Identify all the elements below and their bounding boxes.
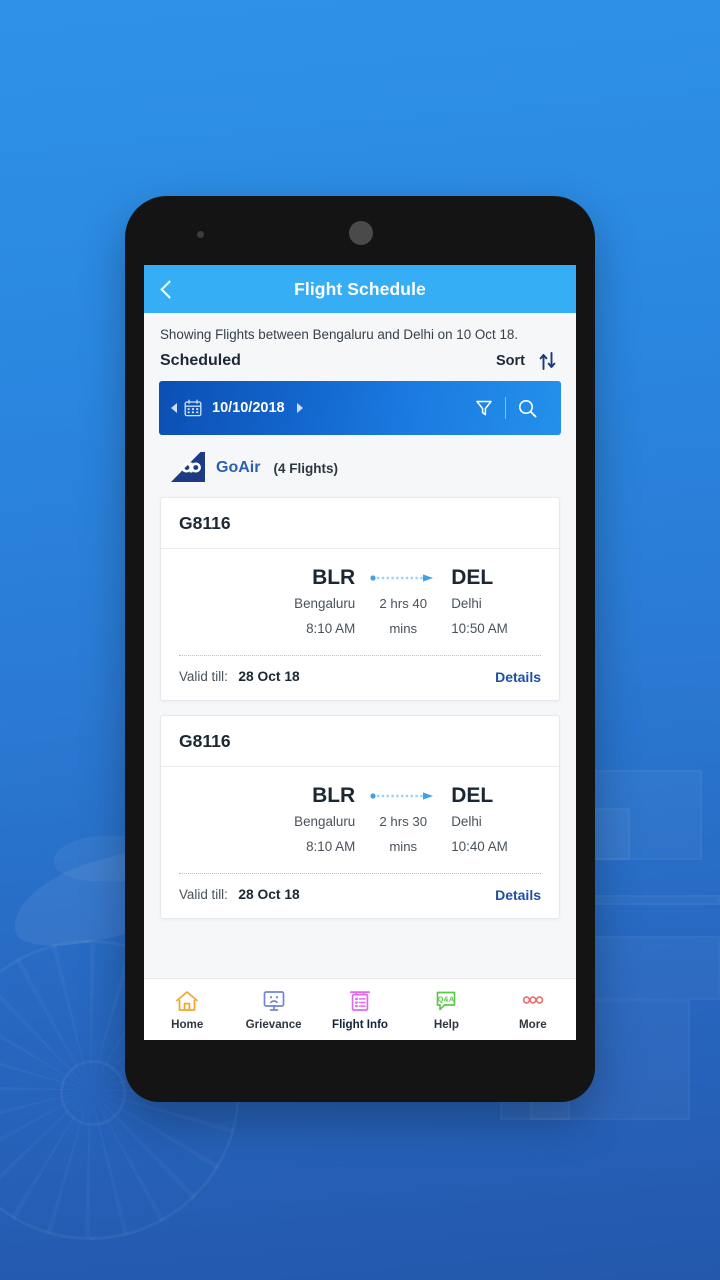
flight-route-body: BLR Bengaluru 8:10 AM [161, 549, 559, 645]
bottom-navigation-bar: Home Grievance Flight Info Q&A Help More [144, 978, 576, 1040]
prev-arrow-icon[interactable] [171, 403, 177, 413]
scheduled-sort-row: Scheduled Sort [144, 346, 576, 378]
front-camera-icon [349, 221, 373, 245]
departure-time: 8:10 AM [306, 621, 356, 636]
flight-card[interactable]: G8116 BLR Bengaluru 8:10 AM [160, 497, 560, 701]
sort-label: Sort [496, 353, 525, 369]
airline-flight-count: (4 Flights) [273, 460, 338, 476]
filter-icon [476, 400, 492, 416]
origin-code: BLR [312, 566, 356, 589]
more-dots-icon [522, 995, 544, 1004]
sort-arrows-icon [539, 352, 556, 370]
nav-label-grievance: Grievance [245, 1017, 302, 1031]
flight-number: G8116 [179, 513, 231, 533]
app-screen: Flight Schedule Showing Flights between … [144, 265, 576, 1040]
search-button[interactable] [506, 391, 548, 425]
destination-city: Delhi [451, 596, 482, 611]
home-icon [176, 990, 199, 1011]
flight-card-header: G8116 [161, 716, 559, 767]
app-header: Flight Schedule [144, 265, 576, 313]
nav-item-home[interactable]: Home [144, 989, 230, 1031]
grievance-icon [263, 990, 284, 1011]
destination-city: Delhi [451, 814, 482, 829]
nav-item-flight-info[interactable]: Flight Info [317, 989, 403, 1031]
arrival-time: 10:40 AM [451, 839, 508, 854]
duration-line2: mins [389, 621, 418, 636]
airline-name: GoAir [216, 459, 261, 476]
flight-route-body: BLR Bengaluru 8:10 AM [161, 767, 559, 863]
nav-item-help[interactable]: Q&A Help [403, 989, 489, 1031]
nav-item-more[interactable]: More [490, 989, 576, 1031]
calendar-icon[interactable] [184, 399, 202, 417]
flight-card[interactable]: G8116 BLR Bengaluru 8:10 AM [160, 715, 560, 919]
valid-till-date: 28 Oct 18 [238, 669, 300, 684]
nav-label-home: Home [171, 1017, 204, 1031]
flight-card-list: G8116 BLR Bengaluru 8:10 AM 2 hrs 40 min… [144, 497, 576, 919]
nav-label-flight-info: Flight Info [332, 1017, 389, 1031]
page-title: Flight Schedule [294, 278, 426, 299]
route-arrow-icon [370, 574, 434, 582]
nav-label-help: Help [433, 1017, 459, 1031]
route-arrow-icon [370, 792, 434, 800]
flight-card-header: G8116 [161, 498, 559, 549]
date-filter-bar: 10/10/2018 [159, 381, 561, 435]
valid-till-label: Valid till: [179, 887, 228, 902]
valid-till-label: Valid till: [179, 669, 228, 684]
arrival-time: 10:50 AM [451, 621, 508, 636]
goair-tail-logo-icon [171, 452, 205, 482]
nav-item-grievance[interactable]: Grievance [230, 989, 316, 1031]
flight-card-footer: Valid till: 28 Oct 18 Details [161, 874, 559, 918]
screen-content: Showing Flights between Bengaluru and De… [144, 313, 576, 1040]
proximity-sensor-icon [197, 231, 204, 238]
airline-header-row: GoAir (4 Flights) [144, 435, 576, 497]
next-arrow-icon[interactable] [296, 403, 303, 413]
details-link[interactable]: Details [495, 887, 541, 903]
origin-city: Bengaluru [294, 596, 356, 611]
selected-date[interactable]: 10/10/2018 [212, 400, 285, 416]
destination-code: DEL [451, 566, 494, 589]
flight-info-icon [350, 990, 370, 1011]
sort-control[interactable]: Sort [496, 352, 556, 370]
origin-city: Bengaluru [294, 814, 356, 829]
filter-button[interactable] [463, 391, 505, 425]
duration-line2: mins [389, 839, 418, 854]
search-icon [518, 399, 536, 417]
departure-time: 8:10 AM [306, 839, 356, 854]
flight-number: G8116 [179, 731, 231, 751]
svg-text:Q&A: Q&A [438, 994, 455, 1003]
nav-label-more: More [518, 1017, 547, 1031]
details-link[interactable]: Details [495, 669, 541, 685]
duration-line1: 2 hrs 40 [379, 596, 428, 611]
help-qa-icon: Q&A [437, 991, 456, 1010]
destination-code: DEL [451, 784, 494, 807]
origin-code: BLR [312, 784, 356, 807]
flight-card-footer: Valid till: 28 Oct 18 Details [161, 656, 559, 700]
duration-line1: 2 hrs 30 [379, 814, 428, 829]
scheduled-label: Scheduled [160, 352, 241, 369]
showing-flights-text: Showing Flights between Bengaluru and De… [160, 327, 519, 342]
valid-till-date: 28 Oct 18 [238, 887, 300, 902]
